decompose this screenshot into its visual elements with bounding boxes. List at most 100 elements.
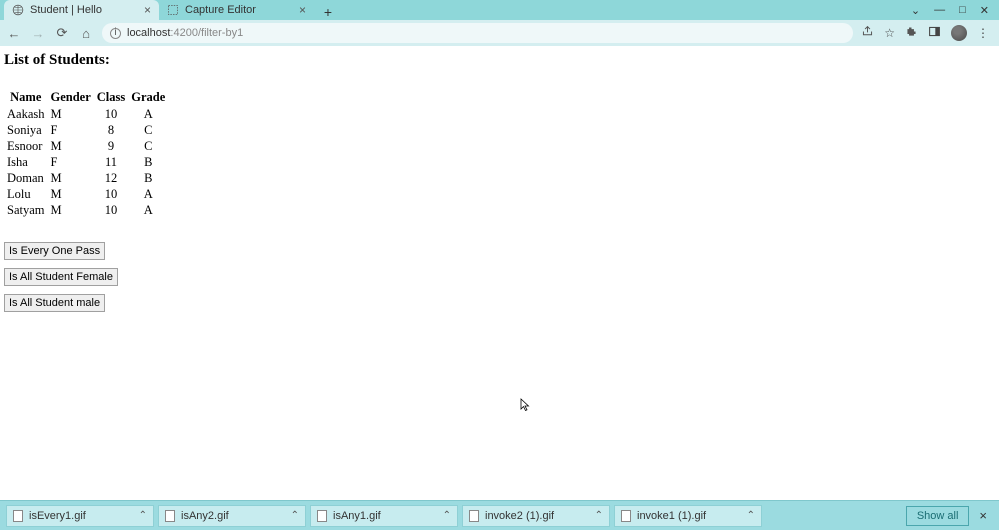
downloads-bar: isEvery1.gif⌃isAny2.gif⌃isAny1.gif⌃invok… <box>0 500 999 530</box>
is-all-student-female-button[interactable]: Is All Student Female <box>4 268 118 286</box>
tab-title: Student | Hello <box>30 4 138 16</box>
cell-grade: A <box>128 186 168 202</box>
close-downloads-bar-icon[interactable]: × <box>973 508 993 523</box>
cell-class: 11 <box>94 154 128 170</box>
address-bar[interactable]: i localhost:4200/filter-by1 <box>102 23 853 43</box>
tab-capture-editor[interactable]: Capture Editor × <box>159 0 314 20</box>
maximize-icon[interactable]: □ <box>959 4 966 16</box>
col-gender: Gender <box>48 89 94 106</box>
cell-gender: F <box>48 154 94 170</box>
forward-button[interactable]: → <box>30 25 46 41</box>
col-class: Class <box>94 89 128 106</box>
download-item[interactable]: isAny2.gif ⌃ <box>158 505 306 527</box>
cell-gender: M <box>48 170 94 186</box>
page-title: List of Students: <box>4 52 995 69</box>
window-controls: ⌄ — □ ✕ <box>911 0 999 20</box>
cell-class: 10 <box>94 106 128 122</box>
cell-name: Soniya <box>4 122 48 138</box>
chevron-up-icon[interactable]: ⌃ <box>139 510 147 521</box>
tab-student[interactable]: Student | Hello × <box>4 0 159 20</box>
share-icon[interactable] <box>861 25 874 41</box>
download-filename: isEvery1.gif <box>29 510 133 522</box>
url-text: localhost:4200/filter-by1 <box>127 27 243 39</box>
table-row: LoluM10A <box>4 186 168 202</box>
cursor-icon <box>520 398 530 415</box>
table-row: SoniyaF8C <box>4 122 168 138</box>
download-filename: isAny2.gif <box>181 510 285 522</box>
close-icon[interactable]: × <box>299 3 306 17</box>
page-content: List of Students: Name Gender Class Grad… <box>0 46 999 312</box>
file-icon <box>13 510 23 522</box>
cell-name: Esnoor <box>4 138 48 154</box>
table-row: AakashM10A <box>4 106 168 122</box>
file-icon <box>469 510 479 522</box>
globe-icon <box>12 4 24 16</box>
col-grade: Grade <box>128 89 168 106</box>
menu-icon[interactable]: ⋮ <box>977 26 989 40</box>
cell-class: 8 <box>94 122 128 138</box>
table-header-row: Name Gender Class Grade <box>4 89 168 106</box>
cell-class: 10 <box>94 186 128 202</box>
file-icon <box>317 510 327 522</box>
chevron-down-icon[interactable]: ⌄ <box>911 4 920 17</box>
cell-grade: B <box>128 154 168 170</box>
selection-icon <box>167 4 179 16</box>
minimize-icon[interactable]: — <box>934 4 945 16</box>
chevron-up-icon[interactable]: ⌃ <box>747 510 755 521</box>
file-icon <box>621 510 631 522</box>
tab-title: Capture Editor <box>185 4 293 16</box>
download-item[interactable]: invoke1 (1).gif ⌃ <box>614 505 762 527</box>
profile-avatar[interactable] <box>951 25 967 41</box>
download-item[interactable]: isEvery1.gif ⌃ <box>6 505 154 527</box>
cell-grade: B <box>128 170 168 186</box>
toolbar: ← → ⟳ ⌂ i localhost:4200/filter-by1 ☆ ⋮ <box>0 20 999 46</box>
cell-gender: M <box>48 202 94 218</box>
download-filename: invoke2 (1).gif <box>485 510 589 522</box>
cell-class: 10 <box>94 202 128 218</box>
download-item[interactable]: isAny1.gif ⌃ <box>310 505 458 527</box>
table-row: EsnoorM9C <box>4 138 168 154</box>
cell-gender: F <box>48 122 94 138</box>
cell-grade: A <box>128 106 168 122</box>
is-all-student-male-button[interactable]: Is All Student male <box>4 294 105 312</box>
bookmark-icon[interactable]: ☆ <box>884 26 895 40</box>
cell-gender: M <box>48 186 94 202</box>
cell-name: Satyam <box>4 202 48 218</box>
cell-name: Doman <box>4 170 48 186</box>
close-icon[interactable]: × <box>144 3 151 17</box>
cell-name: Lolu <box>4 186 48 202</box>
tab-strip: Student | Hello × Capture Editor × + ⌄ —… <box>0 0 999 20</box>
table-row: DomanM12B <box>4 170 168 186</box>
panel-icon[interactable] <box>928 25 941 41</box>
toolbar-right-icons: ☆ ⋮ <box>861 25 993 41</box>
cell-class: 9 <box>94 138 128 154</box>
cell-grade: C <box>128 138 168 154</box>
new-tab-button[interactable]: + <box>318 4 338 20</box>
cell-grade: C <box>128 122 168 138</box>
info-icon[interactable]: i <box>110 28 121 39</box>
download-item[interactable]: invoke2 (1).gif ⌃ <box>462 505 610 527</box>
home-button[interactable]: ⌂ <box>78 25 94 41</box>
file-icon <box>165 510 175 522</box>
action-buttons: Is Every One Pass Is All Student Female … <box>4 242 995 312</box>
download-filename: isAny1.gif <box>333 510 437 522</box>
cell-name: Aakash <box>4 106 48 122</box>
back-button[interactable]: ← <box>6 25 22 41</box>
chevron-up-icon[interactable]: ⌃ <box>595 510 603 521</box>
extensions-icon[interactable] <box>905 25 918 41</box>
chevron-up-icon[interactable]: ⌃ <box>291 510 299 521</box>
col-name: Name <box>4 89 48 106</box>
download-filename: invoke1 (1).gif <box>637 510 741 522</box>
table-row: IshaF11B <box>4 154 168 170</box>
show-all-downloads-button[interactable]: Show all <box>906 506 970 526</box>
close-window-icon[interactable]: ✕ <box>980 4 989 17</box>
is-every-one-pass-button[interactable]: Is Every One Pass <box>4 242 105 260</box>
cell-grade: A <box>128 202 168 218</box>
cell-gender: M <box>48 106 94 122</box>
chevron-up-icon[interactable]: ⌃ <box>443 510 451 521</box>
reload-button[interactable]: ⟳ <box>54 25 70 41</box>
cell-class: 12 <box>94 170 128 186</box>
browser-chrome: Student | Hello × Capture Editor × + ⌄ —… <box>0 0 999 46</box>
cell-name: Isha <box>4 154 48 170</box>
cell-gender: M <box>48 138 94 154</box>
